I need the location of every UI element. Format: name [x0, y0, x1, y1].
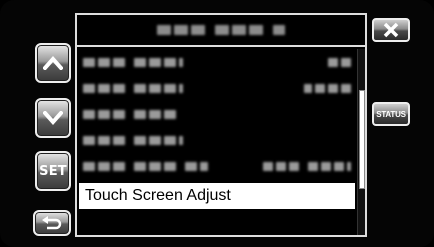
chevron-up-icon — [43, 56, 63, 70]
menu-title-obscured-text — [157, 25, 285, 35]
menu-item-obscured-label — [83, 83, 183, 93]
close-button[interactable] — [372, 18, 410, 42]
menu-item-selected[interactable]: Touch Screen Adjust — [79, 183, 355, 209]
scrollbar[interactable] — [357, 49, 365, 235]
chevron-down-icon — [43, 111, 63, 125]
menu-item-label: Touch Screen Adjust — [85, 187, 231, 204]
scroll-down-button[interactable] — [35, 98, 71, 138]
menu-item[interactable] — [77, 49, 357, 75]
menu-item-obscured-label — [83, 57, 183, 67]
menu-item-obscured-label — [83, 161, 208, 171]
menu-item-obscured-label — [83, 109, 176, 119]
status-button-label: STATUS — [376, 109, 406, 119]
set-button[interactable]: SET — [35, 151, 71, 191]
menu-item-obscured-value — [304, 83, 351, 93]
menu-title — [77, 15, 365, 47]
menu-item[interactable] — [77, 75, 357, 101]
menu-panel: Touch Screen Adjust — [75, 13, 367, 237]
scroll-up-button[interactable] — [35, 43, 71, 83]
menu-item[interactable] — [77, 127, 357, 153]
status-button[interactable]: STATUS — [372, 102, 410, 126]
back-button[interactable] — [33, 210, 71, 236]
menu-item-obscured-value — [263, 161, 351, 171]
scrollbar-thumb[interactable] — [359, 90, 365, 189]
menu-item-obscured-value — [328, 57, 351, 67]
menu-item-obscured-label — [83, 135, 183, 145]
menu-item[interactable] — [77, 153, 357, 179]
set-button-label: SET — [39, 163, 67, 179]
menu-item[interactable] — [77, 101, 357, 127]
close-icon — [383, 22, 399, 38]
camera-menu-screen: SET Touch Screen Adjust STATUS — [0, 0, 434, 247]
return-arrow-icon — [42, 216, 62, 230]
